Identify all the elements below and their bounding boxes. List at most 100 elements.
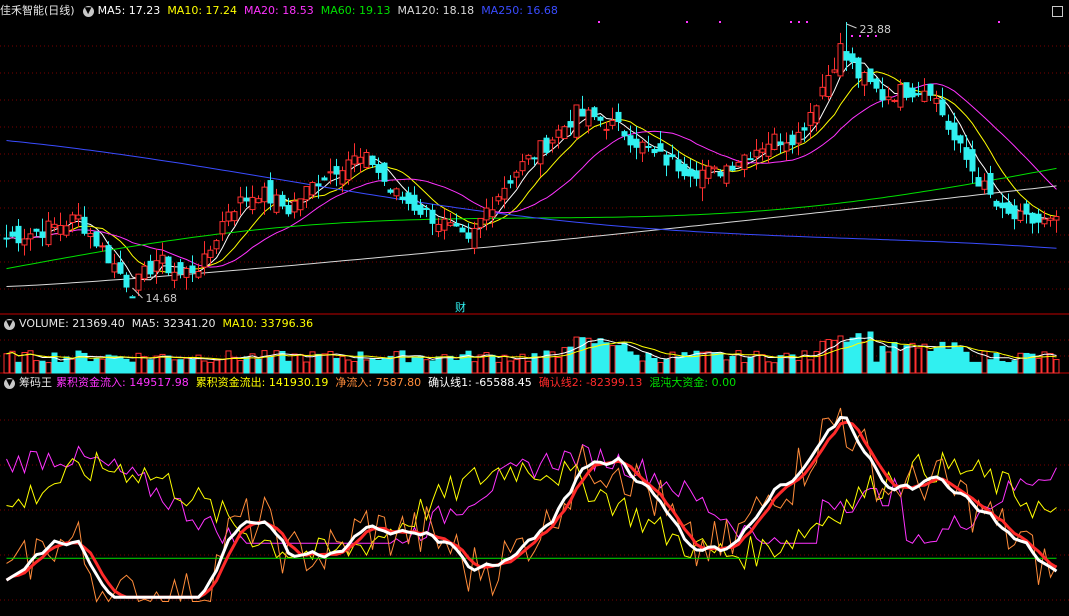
candle-body [645, 145, 652, 148]
volume-bar [399, 350, 406, 374]
volume-bar [207, 361, 214, 374]
candle-body [531, 157, 538, 160]
volume-bar [369, 357, 376, 374]
candle-body [609, 119, 616, 126]
volume-bar [555, 356, 562, 374]
candle-body [27, 233, 34, 240]
candle-body [87, 232, 94, 238]
volume-bar [147, 359, 154, 374]
volume-bar [999, 360, 1006, 374]
candle-body [687, 168, 694, 177]
volume-bar [987, 359, 994, 374]
candle-body [729, 165, 736, 171]
dropdown-icon[interactable]: ▼ [82, 5, 94, 17]
volume-bar [363, 359, 370, 374]
dropdown-icon[interactable]: ▼ [4, 377, 15, 389]
volume-bar [129, 361, 136, 374]
candle-body [471, 227, 478, 249]
signal-dot [798, 21, 800, 23]
candle-body [525, 154, 532, 160]
volume-bar [951, 342, 958, 374]
candle-body [189, 265, 196, 274]
candle-body [45, 220, 52, 246]
candle-body [363, 152, 370, 168]
candle-body [195, 271, 202, 278]
candle-body [639, 141, 646, 154]
candle-body [633, 138, 640, 148]
candle-body [327, 171, 334, 174]
candle-body [597, 116, 604, 121]
volume-bar [495, 361, 502, 374]
candle-body [483, 207, 490, 221]
volume-bar [561, 347, 568, 374]
candle-body [963, 147, 970, 160]
candle-body [255, 198, 262, 204]
volume-bar [393, 351, 400, 374]
volume-bar [903, 345, 910, 374]
event-marker: 财 [455, 300, 466, 314]
maximize-icon[interactable] [1052, 6, 1063, 17]
candle-body [495, 196, 502, 202]
candle-body [549, 139, 556, 144]
candle-body [537, 140, 544, 165]
volume-bar [285, 360, 292, 374]
candle-body [945, 120, 952, 130]
candle-body [57, 225, 64, 235]
candle-body [1017, 210, 1024, 221]
volume-bar [627, 351, 634, 374]
chart-canvas[interactable]: 23.88 14.68 财 [0, 0, 1069, 613]
candle-body [63, 225, 70, 236]
candle-body [555, 129, 562, 138]
volume-bar [465, 350, 472, 374]
candle-body [717, 171, 724, 177]
candle-body [459, 227, 466, 233]
candle-body [309, 181, 316, 196]
candle-body [39, 231, 46, 238]
candle-body [723, 165, 730, 184]
volume-bar [69, 358, 76, 374]
candle-body [393, 188, 400, 197]
candle-body [783, 142, 790, 152]
candle-body [891, 99, 898, 102]
dropdown-icon[interactable]: ▼ [4, 318, 15, 330]
volume-bar [945, 348, 952, 374]
candle-body [291, 200, 298, 213]
volume-bar [591, 343, 598, 374]
volume-bar [909, 342, 916, 374]
candle-body [105, 245, 112, 264]
candle-body [237, 196, 244, 204]
candle-body [243, 197, 250, 202]
volume-bar [429, 360, 436, 374]
chart-stage[interactable]: 23.88 14.68 财 佳禾智能(日线) ▼ MA5: 17.23 MA10: 17.… [0, 0, 1069, 613]
signal-dot [851, 35, 853, 37]
candle-body [579, 108, 586, 117]
volume-bar [933, 346, 940, 374]
volume-bar [297, 353, 304, 374]
volume-bar [33, 360, 40, 374]
candle-body [99, 245, 106, 248]
candle-body [915, 93, 922, 96]
volume-bar [345, 359, 352, 374]
signal-dot [806, 21, 808, 23]
candle-body [873, 78, 880, 89]
candle-body [801, 127, 808, 131]
volume-bar [57, 361, 64, 374]
volume-bar [357, 351, 364, 374]
candle-body [867, 68, 874, 83]
volume-bar [879, 345, 886, 374]
candle-body [711, 166, 718, 170]
candle-body [1011, 205, 1018, 220]
candle-body [171, 271, 178, 281]
volume-bar [339, 355, 346, 374]
volume-bar [657, 362, 664, 374]
candle-body [279, 194, 286, 207]
candle-body [939, 99, 946, 116]
candle-body [273, 194, 280, 213]
volume-bar [579, 337, 586, 374]
volume-bar [141, 356, 148, 374]
candle-body [123, 274, 130, 288]
candle-body [741, 154, 748, 170]
volume-bar [213, 359, 220, 374]
candle-body [1023, 203, 1030, 215]
candle-body [789, 134, 796, 146]
